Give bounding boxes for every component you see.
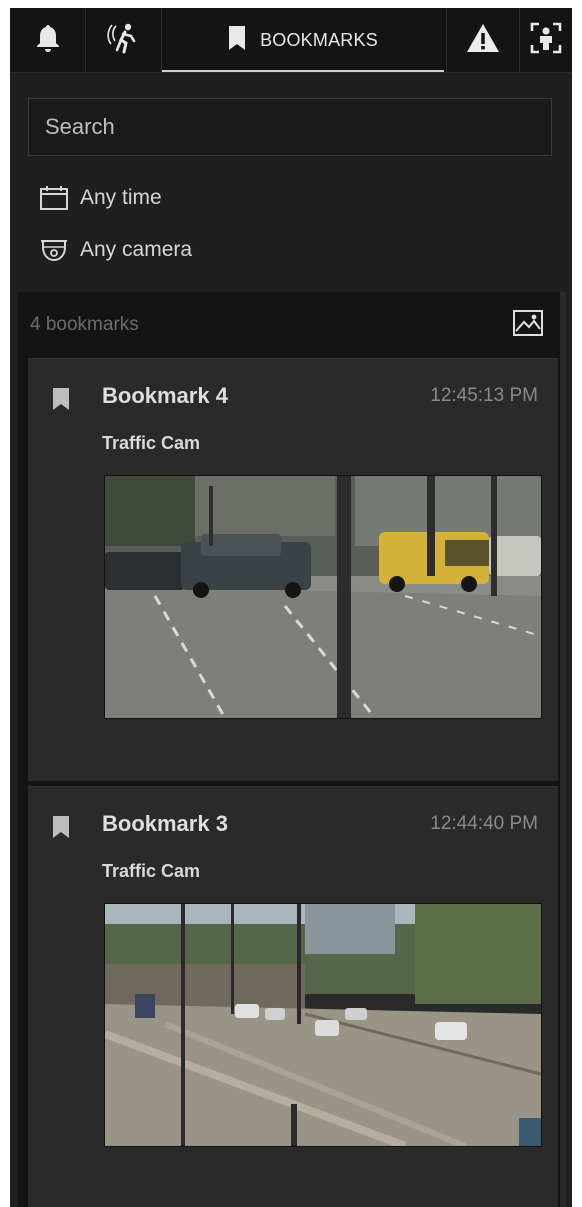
bookmark-count: 4 bookmarks xyxy=(30,314,139,335)
bookmark-card[interactable]: Bookmark 3 12:44:40 PM Traffic Cam xyxy=(28,786,558,1207)
image-gallery-icon xyxy=(512,309,544,342)
tab-bookmarks-label: BOOKMARKS xyxy=(260,29,378,50)
traffic-intersection-thumbnail[interactable] xyxy=(104,475,542,719)
bookmark-title: Bookmark 3 xyxy=(102,811,228,836)
bookmark-camera: Traffic Cam xyxy=(102,433,201,453)
motion-person-icon xyxy=(106,22,141,59)
camera-filter[interactable]: Any camera xyxy=(38,232,192,268)
tab-alarms[interactable] xyxy=(446,8,520,72)
bookmark-time: 12:44:40 PM xyxy=(430,813,538,834)
calendar-icon xyxy=(38,184,70,212)
time-filter[interactable]: Any time xyxy=(38,180,162,216)
search-box xyxy=(28,98,552,156)
traffic-highway-thumbnail[interactable] xyxy=(104,903,542,1147)
time-filter-label: Any time xyxy=(80,186,162,209)
scrollbar[interactable] xyxy=(560,292,566,1207)
camera-filter-label: Any camera xyxy=(80,238,193,261)
tab-bookmarks[interactable]: BOOKMARKS xyxy=(162,8,444,72)
bookmark-icon xyxy=(228,25,246,56)
bookmark-icon xyxy=(52,387,70,416)
bookmark-icon xyxy=(52,815,70,844)
tab-motion[interactable] xyxy=(86,8,162,72)
tab-people[interactable] xyxy=(520,8,572,72)
bookmark-camera: Traffic Cam xyxy=(102,861,201,881)
search-input[interactable] xyxy=(43,113,551,141)
bookmark-time: 12:45:13 PM xyxy=(430,385,538,406)
dome-camera-icon xyxy=(38,236,70,264)
bookmark-title: Bookmark 4 xyxy=(102,383,228,408)
tab-bar: BOOKMARKS xyxy=(10,8,572,73)
gallery-view-button[interactable] xyxy=(508,306,548,344)
bell-icon xyxy=(35,23,61,58)
bookmarks-panel: BOOKMARKS Search Any time Any camera 4 b… xyxy=(10,8,572,1207)
bookmark-card[interactable]: Bookmark 4 12:45:13 PM Traffic Cam xyxy=(28,358,558,781)
tab-notifications[interactable] xyxy=(10,8,86,72)
bookmark-list: 4 bookmarks Bookmark 4 12:45:13 PM Traff… xyxy=(18,292,566,1207)
warning-icon xyxy=(466,23,500,58)
person-frame-icon xyxy=(530,22,562,59)
